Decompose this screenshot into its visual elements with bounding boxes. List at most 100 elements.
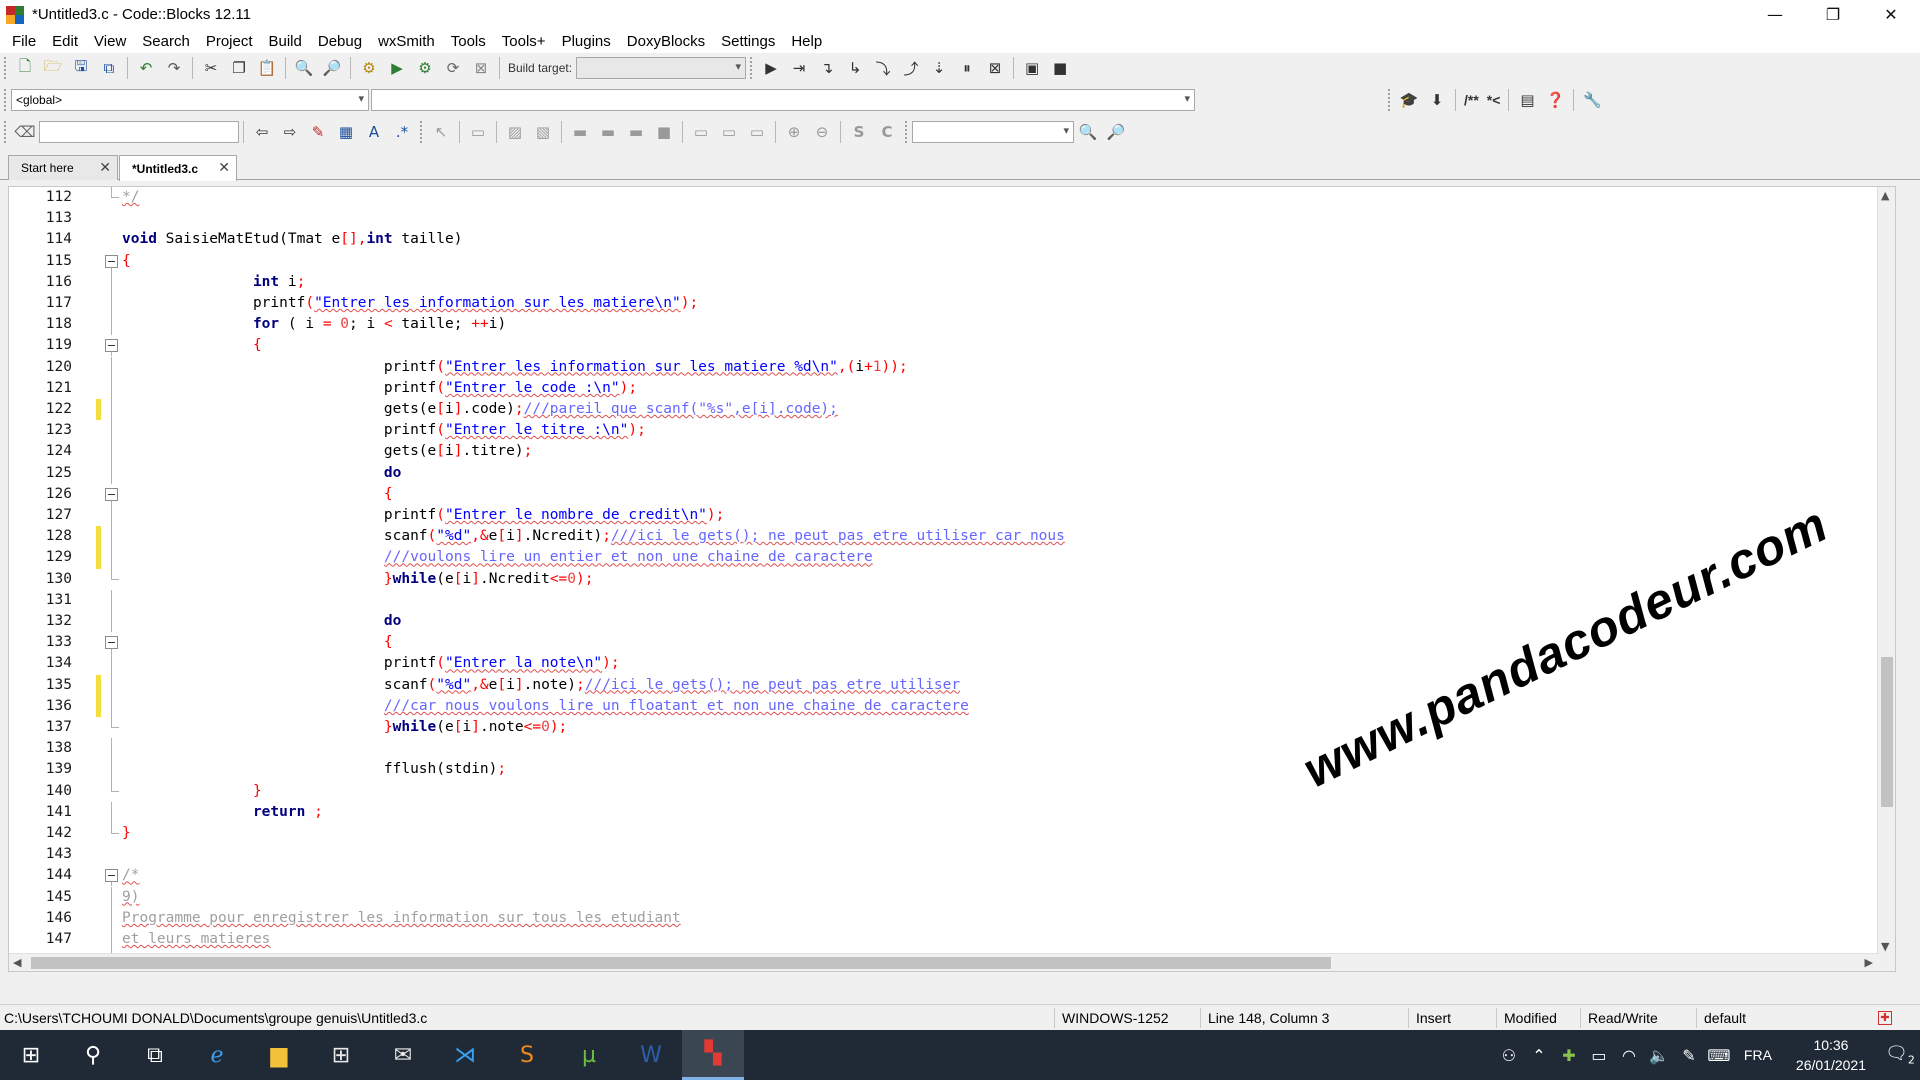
toolbar-grip[interactable] bbox=[420, 121, 424, 143]
code-line[interactable]: 130 }while(e[i].Ncredit<=0); bbox=[9, 568, 1879, 590]
close-icon[interactable]: ✕ bbox=[218, 160, 230, 176]
code-line[interactable]: 118 for ( i = 0; i < taille; ++i) bbox=[9, 314, 1879, 336]
search-icon[interactable]: ⚲ bbox=[62, 1030, 124, 1080]
code-line[interactable]: 137 }while(e[i].note<=0); bbox=[9, 717, 1879, 738]
bitmap-icon[interactable]: ▧ bbox=[532, 121, 554, 143]
people-icon[interactable]: ⚇ bbox=[1494, 1046, 1524, 1065]
word-icon[interactable]: W bbox=[620, 1030, 682, 1080]
code-line[interactable]: 146 Programme pour enregistrer les inform… bbox=[9, 907, 1879, 929]
close-button[interactable]: ✕ bbox=[1862, 0, 1920, 29]
windows-start-icon[interactable]: ⊞ bbox=[0, 1030, 62, 1080]
match-case-icon[interactable]: A bbox=[363, 121, 385, 143]
menu-edit[interactable]: Edit bbox=[44, 33, 86, 50]
run-to-cursor-icon[interactable]: ⇥ bbox=[788, 57, 810, 79]
redo-icon[interactable]: ↷ bbox=[163, 57, 185, 79]
vertical-scrollbar[interactable]: ▲ ▼ bbox=[1877, 187, 1895, 971]
code-line[interactable]: 138 bbox=[9, 738, 1879, 760]
border-both-icon[interactable]: ▭ bbox=[746, 121, 768, 143]
minimize-button[interactable]: — bbox=[1746, 0, 1804, 29]
search-options-icon[interactable]: 🔎 bbox=[1105, 121, 1127, 143]
horizontal-scroll-thumb[interactable] bbox=[31, 957, 1331, 969]
code-line[interactable]: 117 printf("Entrer les information sur l… bbox=[9, 293, 1879, 315]
menu-plugins[interactable]: Plugins bbox=[554, 33, 619, 50]
symbol-c-icon[interactable]: C bbox=[876, 121, 898, 143]
image-icon[interactable]: ▨ bbox=[504, 121, 526, 143]
toolbar-grip[interactable] bbox=[905, 121, 909, 143]
code-line[interactable]: 144 /* bbox=[9, 865, 1879, 887]
zoom-in-icon[interactable]: ⊕ bbox=[783, 121, 805, 143]
code-line[interactable]: 124 gets(e[i].titre); bbox=[9, 441, 1879, 463]
paste-icon[interactable]: 📋 bbox=[256, 57, 278, 79]
extract-docs-icon[interactable]: ⬇ bbox=[1426, 89, 1448, 111]
utorrent-icon[interactable]: µ bbox=[558, 1030, 620, 1080]
code-editor[interactable]: 112 */ 113 114 void SaisieMatEtud(Tmat e[],i… bbox=[8, 186, 1896, 972]
menu-doxyblocks[interactable]: DoxyBlocks bbox=[619, 33, 713, 50]
code-line[interactable]: 139 fflush(stdin); bbox=[9, 759, 1879, 781]
stop-debugger-icon[interactable]: ⊠ bbox=[984, 57, 1006, 79]
horizontal-scrollbar[interactable]: ◀ ▶ bbox=[9, 953, 1879, 971]
code-line[interactable]: 128 scanf("%d",&e[i].Ncredit);///ici le … bbox=[9, 526, 1879, 548]
toolbar-grip[interactable] bbox=[1388, 89, 1392, 111]
code-line[interactable]: 120 printf("Entrer les information sur l… bbox=[9, 356, 1879, 378]
open-file-icon[interactable]: 🗁 bbox=[42, 57, 64, 79]
close-icon[interactable]: ✕ bbox=[99, 160, 111, 176]
code-line[interactable]: 142} bbox=[9, 823, 1879, 844]
next-line-icon[interactable]: ↴ bbox=[816, 57, 838, 79]
pen-icon[interactable]: ✎ bbox=[1674, 1046, 1704, 1065]
input-language[interactable]: FRA bbox=[1744, 1047, 1772, 1063]
scroll-up-icon[interactable]: ▲ bbox=[1881, 189, 1889, 202]
border-right-icon[interactable]: ▭ bbox=[718, 121, 740, 143]
search-input[interactable] bbox=[39, 121, 239, 143]
undo-icon[interactable]: ↶ bbox=[135, 57, 157, 79]
code-line[interactable]: 136 ///car nous voulons lire un floatant… bbox=[9, 695, 1879, 717]
doxywizard-icon[interactable]: 🎓 bbox=[1398, 89, 1420, 111]
toolbar-grip[interactable] bbox=[750, 57, 754, 79]
code-line[interactable]: 147 et leurs matieres bbox=[9, 929, 1879, 951]
task-view-icon[interactable]: ⧉ bbox=[124, 1030, 186, 1080]
regex-icon[interactable]: .* bbox=[391, 121, 413, 143]
vscode-icon[interactable]: ⋊ bbox=[434, 1030, 496, 1080]
align-bottom-icon[interactable]: ▬ bbox=[625, 121, 647, 143]
code-line[interactable]: 127 printf("Entrer le nombre de credit\n… bbox=[9, 505, 1879, 527]
app-tray-icon[interactable]: ✚ bbox=[1554, 1046, 1584, 1065]
pause-icon[interactable]: ⏸ bbox=[956, 57, 978, 79]
step-out-icon[interactable]: ⤴ bbox=[900, 57, 922, 79]
run-html-icon[interactable]: ▤ bbox=[1516, 89, 1538, 111]
code-line[interactable]: 126 { bbox=[9, 484, 1879, 505]
debug-info-icon[interactable]: ■ bbox=[1049, 57, 1071, 79]
abort-icon[interactable]: ⊠ bbox=[470, 57, 492, 79]
tab-start-here[interactable]: Start here ✕ bbox=[8, 155, 118, 180]
codeblocks-taskbar-icon[interactable]: ▚ bbox=[682, 1030, 744, 1080]
sublime-text-icon[interactable]: S bbox=[496, 1030, 558, 1080]
symbol-s-icon[interactable]: S bbox=[848, 121, 870, 143]
scroll-right-icon[interactable]: ▶ bbox=[1865, 956, 1873, 969]
save-all-icon[interactable]: ⧉ bbox=[98, 57, 120, 79]
code-line[interactable]: 129 ///voulons lire un entier et non une… bbox=[9, 547, 1879, 569]
notification-center-icon[interactable]: 🗨2 bbox=[1880, 1043, 1920, 1067]
vertical-scroll-thumb[interactable] bbox=[1881, 657, 1893, 807]
file-explorer-icon[interactable]: ▆ bbox=[248, 1030, 310, 1080]
clear-search-icon[interactable]: ⌫ bbox=[14, 121, 36, 143]
block-comment-button[interactable]: /** bbox=[1464, 92, 1479, 108]
quick-search-select[interactable]: ▾ bbox=[912, 121, 1074, 143]
keyboard-icon[interactable]: ⌨ bbox=[1704, 1046, 1734, 1065]
toolbar-grip[interactable] bbox=[4, 89, 8, 111]
mail-icon[interactable]: ✉ bbox=[372, 1030, 434, 1080]
function-select[interactable]: ▾ bbox=[371, 89, 1195, 111]
find-icon[interactable]: 🔍 bbox=[293, 57, 315, 79]
build-icon[interactable]: ⚙ bbox=[358, 57, 380, 79]
code-line[interactable]: 143 bbox=[9, 844, 1879, 865]
new-file-icon[interactable]: 🗋 bbox=[14, 57, 36, 79]
pointer-icon[interactable]: ↖ bbox=[430, 121, 452, 143]
toolbar-grip[interactable] bbox=[4, 57, 8, 79]
tab-untitled3[interactable]: *Untitled3.c ✕ bbox=[119, 155, 237, 181]
step-instruction-icon[interactable]: ⇣ bbox=[928, 57, 950, 79]
find-next-icon[interactable]: ⇨ bbox=[279, 121, 301, 143]
cut-icon[interactable]: ✂ bbox=[200, 57, 222, 79]
menu-build[interactable]: Build bbox=[261, 33, 310, 50]
scope-select[interactable]: <global> ▾ bbox=[11, 89, 369, 111]
code-line[interactable]: 116 int i; bbox=[9, 271, 1879, 293]
debug-windows-icon[interactable]: ▣ bbox=[1021, 57, 1043, 79]
align-middle-icon[interactable]: ▬ bbox=[597, 121, 619, 143]
border-left-icon[interactable]: ▭ bbox=[690, 121, 712, 143]
